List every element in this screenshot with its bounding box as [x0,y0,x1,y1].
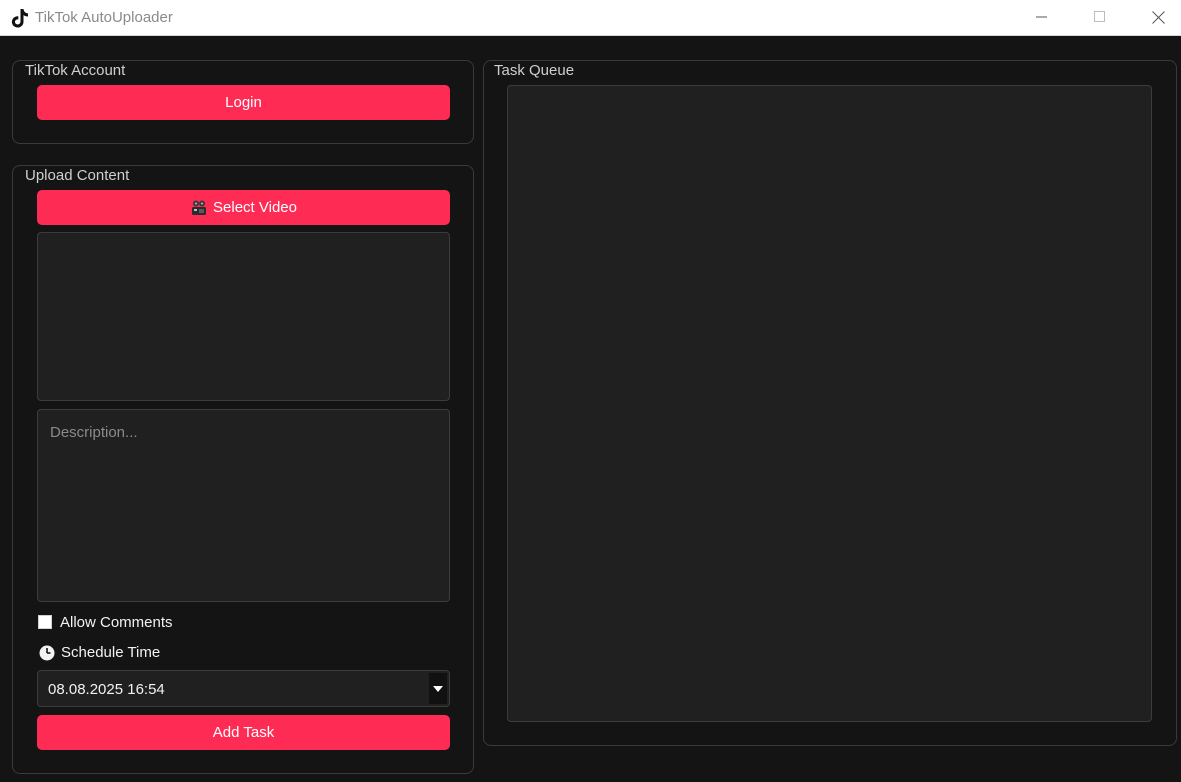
maximize-icon [1094,11,1105,22]
upload-content-title: Upload Content [21,167,134,185]
dropdown-arrow-button[interactable] [429,673,447,704]
video-preview-area [37,232,450,401]
allow-comments-checkbox[interactable] [38,615,52,629]
schedule-time-label: Schedule Time [61,644,161,661]
description-textarea[interactable]: Description... [37,409,450,602]
tiktok-account-title: TikTok Account [21,62,130,80]
task-queue-list[interactable] [507,85,1152,722]
film-projector-icon [192,200,207,215]
add-task-button[interactable]: Add Task [37,715,450,750]
minimize-icon [1036,16,1047,18]
schedule-datetime-picker[interactable]: 08.08.2025 16:54 [37,670,450,707]
select-video-button[interactable]: Select Video [37,190,450,225]
task-queue-title: Task Queue [490,62,579,80]
title-bar: TikTok AutoUploader [0,0,1181,36]
description-placeholder: Description... [50,424,138,441]
schedule-datetime-value: 08.08.2025 16:54 [48,681,165,698]
chevron-down-icon [433,685,443,692]
window-title: TikTok AutoUploader [35,9,173,26]
minimize-button[interactable] [1019,0,1065,34]
allow-comments-label: Allow Comments [60,614,173,631]
login-button[interactable]: Login [37,85,450,120]
app-window: TikTok AutoUploader TikTok Account Login… [0,0,1181,782]
maximize-button[interactable] [1077,0,1123,34]
close-icon [1151,10,1165,24]
close-button[interactable] [1135,0,1181,34]
clock-icon [39,645,55,661]
select-video-label: Select Video [213,199,297,216]
tiktok-logo-icon [11,9,28,28]
